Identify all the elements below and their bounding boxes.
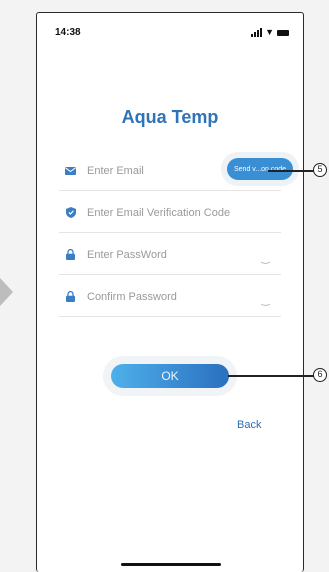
- shield-icon: [65, 207, 76, 218]
- back-link[interactable]: Back: [237, 419, 261, 431]
- app-title: Aqua Temp: [121, 107, 219, 127]
- email-field[interactable]: Send v...on code: [59, 151, 293, 191]
- hide-password-icon[interactable]: [260, 252, 271, 264]
- signal-icon: [251, 28, 263, 37]
- status-icons: ▼: [251, 28, 289, 37]
- status-time: 14:38: [55, 27, 81, 38]
- status-bar: 14:38 ▼: [37, 27, 303, 43]
- confirm-password-input[interactable]: [87, 287, 252, 307]
- hide-password-icon[interactable]: [260, 294, 271, 306]
- ok-button[interactable]: OK: [111, 364, 229, 388]
- password-input[interactable]: [87, 245, 252, 265]
- callout-number-6: 6: [313, 368, 327, 382]
- confirm-password-field[interactable]: [59, 277, 281, 317]
- callout-number-5: 5: [313, 163, 327, 177]
- wifi-icon: ▼: [265, 27, 274, 37]
- verification-code-input[interactable]: [87, 203, 252, 223]
- battery-icon: [277, 29, 289, 36]
- email-icon: [65, 165, 76, 176]
- phone-screen: 14:38 ▼ Aqua Temp Send v...on code: [36, 12, 304, 572]
- navigation-arrow-icon: [0, 278, 13, 306]
- verification-code-field[interactable]: [59, 193, 281, 233]
- callout-line-6: [228, 375, 314, 377]
- password-field[interactable]: [59, 235, 281, 275]
- lock-icon: [65, 249, 76, 260]
- home-indicator: [121, 563, 221, 566]
- lock-icon: [65, 291, 76, 302]
- callout-line-5: [268, 170, 314, 172]
- send-verification-code-button[interactable]: Send v...on code: [227, 158, 293, 180]
